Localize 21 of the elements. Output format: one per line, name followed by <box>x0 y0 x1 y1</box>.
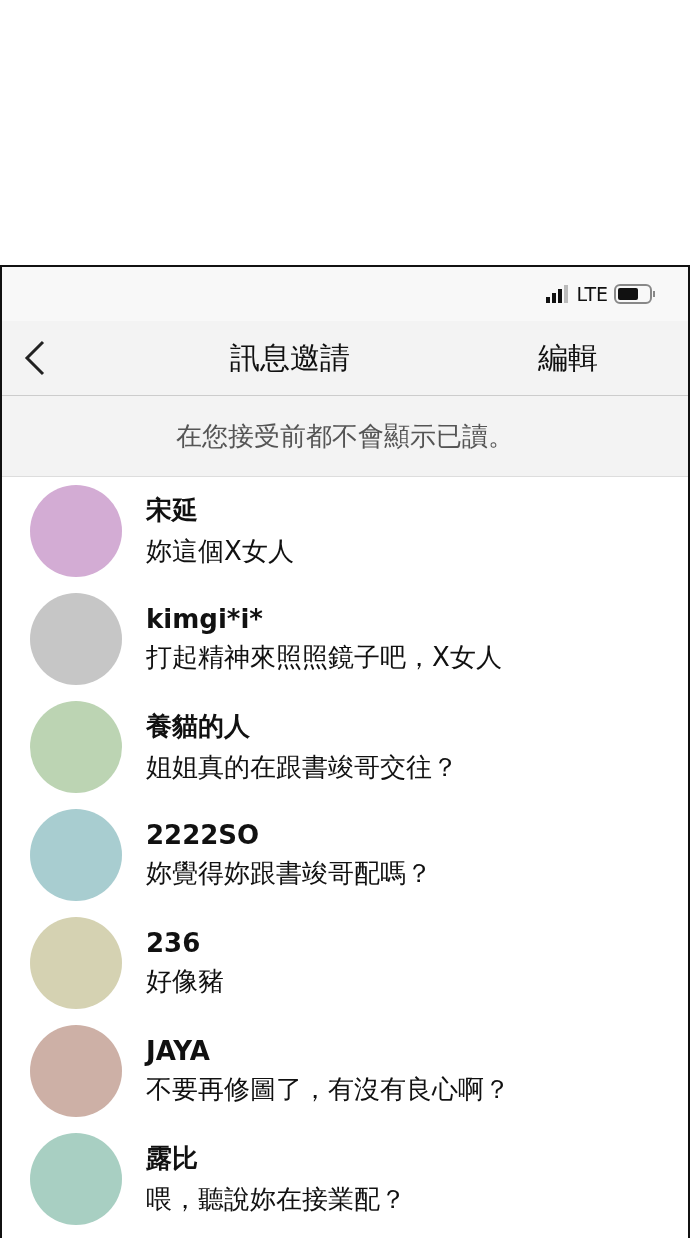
notice-text: 在您接受前都不會顯示已讀。 <box>176 419 514 453</box>
edit-button[interactable]: 編輯 <box>538 337 598 379</box>
back-icon[interactable] <box>24 340 46 376</box>
sender-name: 2222SO <box>146 819 261 850</box>
sender-name: 宋延 <box>146 494 199 527</box>
message-preview[interactable]: 不要再修圖了，有沒有良心啊？ <box>146 1071 510 1107</box>
message-preview[interactable]: 好像豬 <box>146 963 224 999</box>
message-preview[interactable]: 喂，聽說妳在接業配？ <box>146 1182 406 1217</box>
network-label: LTE <box>576 283 608 305</box>
message-preview[interactable]: 妳這個X女人 <box>146 534 294 569</box>
sender-name: 236 <box>146 927 202 958</box>
message-preview[interactable]: 妳覺得妳跟書竣哥配嗎？ <box>146 855 432 891</box>
page-title: 訊息邀請 <box>230 339 350 375</box>
sender-name: kimgi*i* <box>146 603 264 634</box>
message-preview[interactable]: 打起精神來照照鏡子吧，X女人 <box>146 639 502 675</box>
battery-icon <box>614 284 656 304</box>
sender-name: JAYA <box>146 1035 211 1066</box>
message-preview[interactable]: 姐姐真的在跟書竣哥交往？ <box>146 750 458 785</box>
sender-name: 養貓的人 <box>146 710 251 743</box>
sender-name: 露比 <box>146 1142 199 1175</box>
signal-icon <box>546 285 571 303</box>
